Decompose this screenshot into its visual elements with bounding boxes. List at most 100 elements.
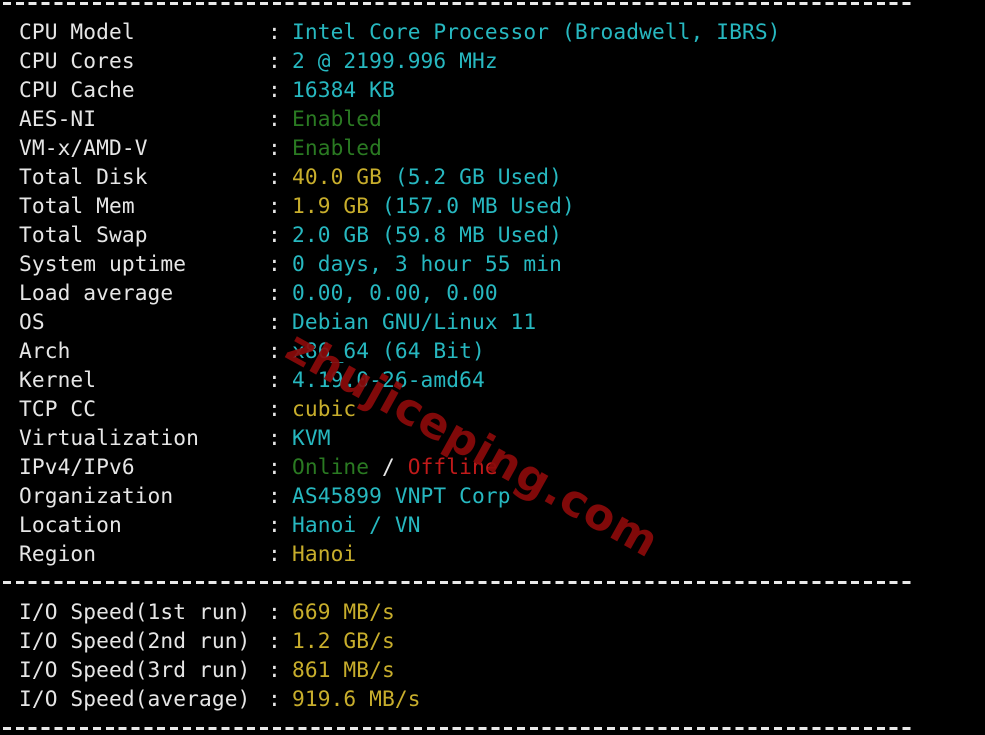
io-speed-row: I/O Speed(1st run):669 MB/s	[6, 597, 976, 626]
row-value: 861 MB/s	[292, 655, 395, 684]
row-label: I/O Speed(2nd run)	[19, 628, 251, 653]
row-label: Organization	[19, 483, 174, 508]
value-part: 16384 KB	[292, 77, 395, 102]
row-label: IPv4/IPv6	[19, 454, 135, 479]
row-value: AS45899 VNPT Corp	[292, 481, 511, 510]
terminal-window: CPU Model: Intel Core Processor (Broadwel…	[0, 0, 985, 735]
row-value: Online / Offline	[292, 452, 498, 481]
info-row: Organization: AS45899 VNPT Corp	[6, 481, 976, 510]
info-row: Location: Hanoi / VN	[6, 510, 976, 539]
row-separator: :	[268, 222, 281, 247]
row-separator: :	[268, 338, 281, 363]
io-speed-row: I/O Speed(2nd run):1.2 GB/s	[6, 626, 976, 655]
row-label: Total Disk	[19, 164, 148, 189]
row-value: Intel Core Processor (Broadwell, IBRS)	[292, 17, 781, 46]
row-label: Virtualization	[19, 425, 199, 450]
row-label: Kernel	[19, 367, 97, 392]
value-part: Enabled	[292, 135, 382, 160]
value-part: (5.2 GB Used)	[382, 164, 562, 189]
row-separator: :	[268, 193, 281, 218]
row-value: 0.00, 0.00, 0.00	[292, 278, 498, 307]
value-part: 919.6 MB/s	[292, 686, 421, 711]
row-label: OS	[19, 309, 45, 334]
info-row: Total Swap:2.0 GB (59.8 MB Used)	[6, 220, 976, 249]
row-value: 1.2 GB/s	[292, 626, 395, 655]
value-part: /	[369, 454, 408, 479]
row-value: Hanoi	[292, 539, 356, 568]
info-row: TCP CC: cubic	[6, 394, 976, 423]
row-label: Arch	[19, 338, 71, 363]
value-part: 1.2 GB/s	[292, 628, 395, 653]
row-separator: :	[268, 106, 281, 131]
row-label: I/O Speed(3rd run)	[19, 657, 251, 682]
info-row: VM-x/AMD-V: Enabled	[6, 133, 976, 162]
row-separator: :	[268, 19, 281, 44]
row-label: AES-NI	[19, 106, 97, 131]
row-value: 16384 KB	[292, 75, 395, 104]
value-part: 2.0 GB (59.8 MB Used)	[292, 222, 562, 247]
io-speed-row: I/O Speed(average):919.6 MB/s	[6, 684, 976, 713]
row-label: Total Mem	[19, 193, 135, 218]
io-speed-row: I/O Speed(3rd run):861 MB/s	[6, 655, 976, 684]
value-part: Hanoi	[292, 541, 357, 566]
row-separator: :	[268, 541, 281, 566]
value-part: (157.0 MB Used)	[369, 193, 575, 218]
row-separator: :	[268, 454, 281, 479]
row-value: 669 MB/s	[292, 597, 395, 626]
info-row: Arch: x86_64 (64 Bit)	[6, 336, 976, 365]
value-part: Online	[292, 454, 370, 479]
info-row: CPU Cores:2 @ 2199.996 MHz	[6, 46, 976, 75]
row-value: 919.6 MB/s	[292, 684, 421, 713]
row-separator: :	[268, 367, 281, 392]
row-separator: :	[268, 657, 281, 682]
row-value: cubic	[292, 394, 356, 423]
row-label: Load average	[19, 280, 174, 305]
value-part: 40.0 GB	[292, 164, 382, 189]
row-value: 2.0 GB (59.8 MB Used)	[292, 220, 562, 249]
row-value: Debian GNU/Linux 11	[292, 307, 536, 336]
value-part: 861 MB/s	[292, 657, 395, 682]
value-part: 1.9 GB	[292, 193, 370, 218]
row-label: CPU Cache	[19, 77, 135, 102]
row-separator: :	[268, 599, 281, 624]
value-part: 0 days, 3 hour 55 min	[292, 251, 562, 276]
row-label: I/O Speed(average)	[19, 686, 251, 711]
info-row: Virtualization: KVM	[6, 423, 976, 452]
row-value: Hanoi / VN	[292, 510, 421, 539]
row-separator: :	[268, 309, 281, 334]
info-row: Region: Hanoi	[6, 539, 976, 568]
row-label: VM-x/AMD-V	[19, 135, 148, 160]
value-part: 669 MB/s	[292, 599, 395, 624]
row-value: 1.9 GB (157.0 MB Used)	[292, 191, 575, 220]
row-label: CPU Model	[19, 19, 135, 44]
row-label: Region	[19, 541, 97, 566]
value-part: cubic	[292, 396, 357, 421]
row-label: I/O Speed(1st run)	[19, 599, 251, 624]
row-separator: :	[268, 396, 281, 421]
info-row: Total Mem:1.9 GB (157.0 MB Used)	[6, 191, 976, 220]
info-row: CPU Model: Intel Core Processor (Broadwel…	[6, 17, 976, 46]
row-separator: :	[268, 686, 281, 711]
row-separator: :	[268, 164, 281, 189]
row-value: KVM	[292, 423, 331, 452]
value-part: 2 @ 2199.996 MHz	[292, 48, 498, 73]
divider-top	[3, 2, 914, 5]
info-row: IPv4/IPv6: Online / Offline	[6, 452, 976, 481]
value-part: Intel Core Processor (Broadwell, IBRS)	[292, 19, 781, 44]
row-label: System uptime	[19, 251, 187, 276]
info-row: OS: Debian GNU/Linux 11	[6, 307, 976, 336]
value-part: Debian GNU/Linux 11	[292, 309, 537, 334]
row-label: Total Swap	[19, 222, 148, 247]
value-part: Enabled	[292, 106, 382, 131]
divider-bottom	[3, 727, 914, 730]
info-row: Kernel:4.19.0-26-amd64	[6, 365, 976, 394]
row-value: Enabled	[292, 133, 382, 162]
info-row: System uptime:0 days, 3 hour 55 min	[6, 249, 976, 278]
row-label: TCP CC	[19, 396, 97, 421]
row-value: 0 days, 3 hour 55 min	[292, 249, 562, 278]
info-row: Total Disk:40.0 GB (5.2 GB Used)	[6, 162, 976, 191]
row-separator: :	[268, 512, 281, 537]
row-value: 40.0 GB (5.2 GB Used)	[292, 162, 562, 191]
value-part: KVM	[292, 425, 331, 450]
row-label: CPU Cores	[19, 48, 135, 73]
